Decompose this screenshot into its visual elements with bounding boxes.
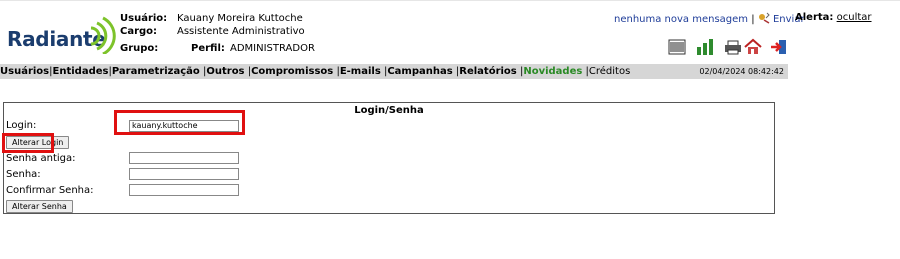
top-divider — [0, 0, 900, 1]
main-menu: Usuários|Entidades|Parametrização |Outro… — [0, 64, 788, 79]
barcode-icon[interactable] — [668, 38, 686, 56]
change-login-highlight-box — [2, 133, 54, 153]
radiante-logo[interactable]: Radiante — [7, 14, 117, 60]
messages-separator: | — [751, 14, 755, 25]
alert-area: Alerta: ocultar — [795, 12, 872, 23]
login-label: Login: — [6, 120, 37, 131]
signal-arcs-icon — [90, 16, 116, 54]
chart-icon[interactable] — [696, 38, 714, 56]
menu-compromissos[interactable]: Compromissos — [251, 66, 333, 77]
messages-area: nenhuma nova mensagem | Enviar — [614, 12, 805, 25]
cargo-value: Assistente Administrativo — [177, 26, 305, 37]
confirm-password-label: Confirmar Senha: — [6, 185, 94, 196]
alert-label: Alerta: — [795, 12, 834, 23]
send-icon[interactable] — [758, 12, 770, 24]
perfil-value: ADMINISTRADOR — [230, 43, 315, 54]
menu-relatorios[interactable]: Relatórios — [459, 66, 517, 77]
user-name: Kauany Moreira Kuttoche — [177, 13, 303, 24]
menu-outros[interactable]: Outros — [206, 66, 244, 77]
password-input[interactable] — [129, 168, 239, 180]
old-password-input[interactable] — [129, 152, 239, 164]
password-label: Senha: — [6, 169, 41, 180]
menu-parametrizacao[interactable]: Parametrização — [112, 66, 200, 77]
change-password-button[interactable]: Alterar Senha — [6, 200, 73, 213]
cargo-label: Cargo: — [120, 26, 158, 37]
menu-emails[interactable]: E-mails — [340, 66, 381, 77]
old-password-label: Senha antiga: — [6, 153, 76, 164]
grupo-label: Grupo: — [120, 43, 159, 54]
menu-campanhas[interactable]: Campanhas — [387, 66, 452, 77]
home-icon[interactable] — [744, 38, 762, 56]
user-label: Usuário: — [120, 13, 168, 24]
login-highlight-box — [114, 110, 245, 135]
datetime: 02/04/2024 08:42:42 — [699, 67, 784, 76]
messages-link[interactable]: nenhuma nova mensagem — [614, 14, 748, 25]
menu-creditos[interactable]: Créditos — [589, 66, 630, 77]
perfil-label: Perfil: — [191, 43, 225, 54]
hide-alert-link[interactable]: ocultar — [837, 12, 872, 23]
menu-usuarios[interactable]: Usuários — [0, 66, 49, 77]
exit-icon[interactable] — [770, 38, 788, 56]
printer-icon[interactable] — [724, 38, 742, 56]
menu-entidades[interactable]: Entidades — [53, 66, 109, 77]
menu-novidades[interactable]: Novidades — [523, 66, 582, 77]
confirm-password-input[interactable] — [129, 184, 239, 196]
